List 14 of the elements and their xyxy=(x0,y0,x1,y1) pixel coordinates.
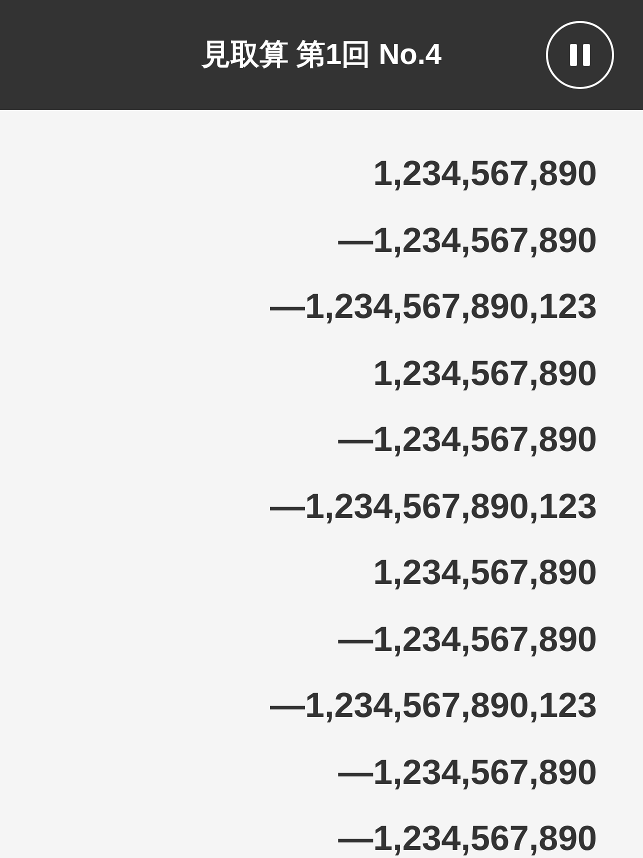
number-item: 1,234,567,890 xyxy=(373,156,597,191)
number-item: —1,234,567,890 xyxy=(338,622,597,656)
number-item: —1,234,567,890 xyxy=(338,222,597,258)
number-item: —1,234,567,890 xyxy=(338,821,597,856)
number-item: —1,234,567,890,123 xyxy=(270,488,597,524)
number-item: —1,234,567,890,123 xyxy=(270,289,597,324)
header-title: 見取算 第1回 No.4 xyxy=(201,38,442,73)
pause-button[interactable] xyxy=(546,21,614,89)
number-item: —1,234,567,890 xyxy=(338,422,597,457)
number-item: 1,234,567,890 xyxy=(373,356,597,390)
number-item: 1,234,567,890 xyxy=(373,555,597,590)
number-item: —1,234,567,890 xyxy=(338,754,597,790)
pause-icon xyxy=(570,44,590,66)
number-item: —1,234,567,890,123 xyxy=(270,688,597,723)
